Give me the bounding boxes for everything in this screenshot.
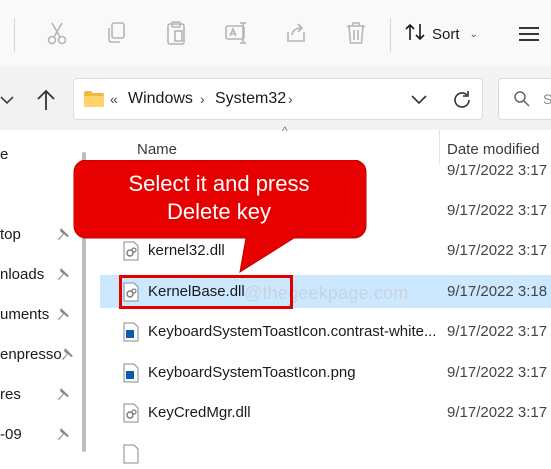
view-icon [516,27,542,50]
breadcrumb-item-system32[interactable]: System32 [215,90,286,108]
pin-icon [56,267,70,281]
toolbar-separator [14,18,15,52]
file-date: 9/17/2022 3:17 [447,242,548,259]
nav-item-pictures[interactable]: res [0,386,21,403]
nav-item-desktop[interactable]: top [0,226,21,243]
share-icon[interactable] [284,20,308,46]
paste-icon[interactable] [164,20,188,46]
refresh-icon[interactable] [451,88,473,112]
callout-line-2: Delete key [167,199,271,224]
recent-locations-chevron-icon[interactable] [0,88,16,112]
file-date: 9/17/2022 3:17 [447,364,548,381]
callout-line-1: Select it and press [128,171,310,196]
nav-item-home[interactable]: e [0,146,8,163]
breadcrumb-overflow[interactable]: « [110,91,118,107]
file-date: 9/17/2022 3:17 [447,404,548,421]
file-row-partial[interactable] [100,436,551,464]
cut-icon[interactable] [45,20,69,46]
file-name: KeyboardSystemToastIcon.png [148,364,356,381]
search-icon [513,90,531,108]
file-row[interactable]: KeyboardSystemToastIcon.contrast-white..… [100,315,551,348]
nav-item-downloads[interactable]: nloads [0,266,44,283]
breadcrumb-separator[interactable]: › [200,91,205,107]
file-row[interactable]: KeyCredMgr.dll 9/17/2022 3:17 [100,396,551,429]
rename-icon[interactable] [224,20,248,46]
delete-icon[interactable] [344,20,368,46]
chevron-down-icon: ⌄ [469,28,478,40]
view-button[interactable] [516,22,542,46]
pin-icon [56,307,70,321]
search-placeholder[interactable]: S [543,91,551,107]
sort-button[interactable]: Sort ⌄ [404,20,478,48]
image-icon [122,363,140,383]
address-history-chevron-icon[interactable] [410,89,428,109]
image-icon [122,322,140,342]
command-bar: Sort ⌄ [0,0,551,67]
nav-item-folder-enpresso[interactable]: enpresso [0,346,62,363]
highlight-box [119,275,293,309]
pin-icon [56,227,70,241]
search-box[interactable]: S [498,78,551,120]
pin-icon [60,347,74,361]
file-name: KeyboardSystemToastIcon.contrast-white..… [148,323,437,340]
sort-indicator-icon: ^ [282,124,288,138]
file-date: 9/17/2022 3:18 [447,283,548,300]
folder-icon [83,90,105,108]
file-date: 9/17/2022 3:17 [447,162,548,179]
pin-icon [56,387,70,401]
breadcrumb-separator[interactable]: › [288,91,293,107]
file-date: 9/17/2022 3:17 [447,323,548,340]
up-arrow-icon[interactable] [34,86,58,114]
sort-label: Sort [432,25,460,43]
file-name: KeyCredMgr.dll [148,404,251,421]
file-date: 9/17/2022 3:17 [447,202,548,219]
file-row[interactable]: KeyboardSystemToastIcon.png 9/17/2022 3:… [100,356,551,389]
breadcrumb-item-windows[interactable]: Windows [128,90,193,108]
nav-item-folder-09[interactable]: -09 [0,426,22,443]
sort-icon [404,21,426,47]
dll-icon [122,444,140,464]
pin-icon [56,427,70,441]
copy-icon[interactable] [104,20,128,46]
dll-icon [122,403,140,423]
toolbar-separator [390,18,391,52]
address-bar[interactable]: « Windows › System32 › [73,78,483,120]
callout-bubble: Select it and press Delete key [72,160,372,278]
nav-item-documents[interactable]: uments [0,306,49,323]
